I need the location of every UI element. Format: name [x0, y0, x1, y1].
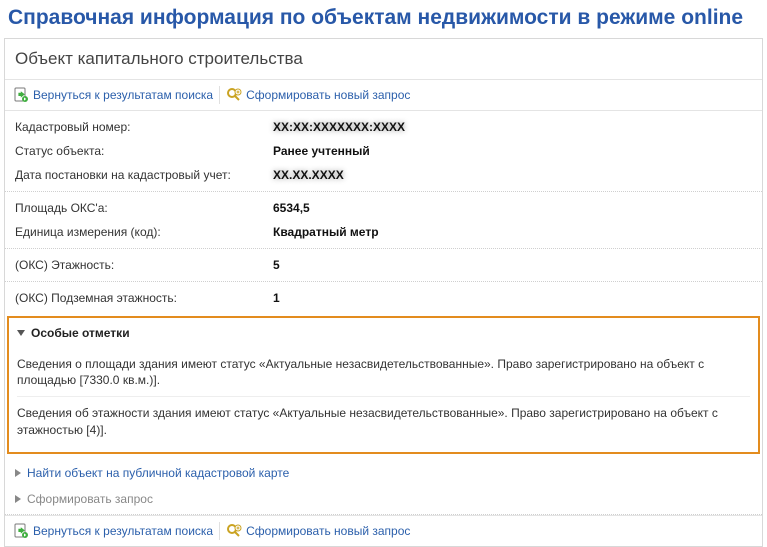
field-row: Площадь ОКС'а:6534,5	[5, 196, 762, 220]
fields-group-d: (ОКС) Подземная этажность:1	[5, 282, 762, 314]
field-row: Кадастровый номер:XX:XX:XXXXXXX:XXXX	[5, 115, 762, 139]
field-label: Единица измерения (код):	[15, 225, 273, 239]
field-value: Квадратный метр	[273, 225, 379, 239]
fields-group-c: (ОКС) Этажность:5	[5, 249, 762, 282]
fields-group-a: Кадастровый номер:XX:XX:XXXXXXX:XXXXСтат…	[5, 111, 762, 192]
find-object-row: Найти объект на публичной кадастровой ка…	[5, 460, 762, 486]
field-row: (ОКС) Подземная этажность:1	[5, 286, 762, 310]
special-notes-toggle[interactable]: Особые отметки	[17, 326, 750, 348]
toolbar-top: Вернуться к результатам поиска Сформиров…	[5, 80, 762, 111]
fields-group-b: Площадь ОКС'а:6534,5Единица измерения (к…	[5, 192, 762, 249]
sheet-back-icon	[13, 523, 29, 539]
special-notes-panel: Особые отметки Сведения о площади здания…	[7, 316, 760, 454]
main-panel: Объект капитального строительства Вернут…	[4, 38, 763, 547]
expand-icon	[15, 495, 21, 503]
field-row: Дата постановки на кадастровый учет:XX.X…	[5, 163, 762, 187]
field-value: Ранее учтенный	[273, 144, 370, 158]
toolbar-bottom: Вернуться к результатам поиска Сформиров…	[5, 515, 762, 546]
lower-links: Найти объект на публичной кадастровой ка…	[5, 458, 762, 515]
field-label: Площадь ОКС'а:	[15, 201, 273, 215]
collapse-icon	[17, 330, 25, 336]
field-label: Дата постановки на кадастровый учет:	[15, 168, 273, 182]
search-new-icon	[226, 87, 242, 103]
new-label: Сформировать новый запрос	[246, 88, 410, 102]
field-value: XX:XX:XXXXXXX:XXXX	[273, 120, 405, 134]
field-label: Статус объекта:	[15, 144, 273, 158]
back-label: Вернуться к результатам поиска	[33, 88, 213, 102]
new-label-bottom: Сформировать новый запрос	[246, 524, 410, 538]
form-request-row: Сформировать запрос	[5, 486, 762, 512]
field-label: Кадастровый номер:	[15, 120, 273, 134]
field-value: XX.XX.XXXX	[273, 168, 344, 182]
search-new-icon	[226, 523, 242, 539]
field-value: 5	[273, 258, 280, 272]
back-button-bottom[interactable]: Вернуться к результатам поиска	[13, 523, 213, 539]
new-request-button-bottom[interactable]: Сформировать новый запрос	[226, 523, 410, 539]
page-title: Справочная информация по объектам недвиж…	[0, 0, 767, 38]
special-note-area: Сведения о площади здания имеют статус «…	[17, 348, 750, 392]
back-button[interactable]: Вернуться к результатам поиска	[13, 87, 213, 103]
form-request-label: Сформировать запрос	[27, 492, 153, 506]
back-label-bottom: Вернуться к результатам поиска	[33, 524, 213, 538]
field-row: Единица измерения (код):Квадратный метр	[5, 220, 762, 244]
field-row: (ОКС) Этажность:5	[5, 253, 762, 277]
new-request-button[interactable]: Сформировать новый запрос	[226, 87, 410, 103]
toolbar-separator	[219, 86, 220, 104]
special-header-label: Особые отметки	[31, 326, 130, 340]
field-value: 6534,5	[273, 201, 310, 215]
field-label: (ОКС) Подземная этажность:	[15, 291, 273, 305]
sheet-back-icon	[13, 87, 29, 103]
field-label: (ОКС) Этажность:	[15, 258, 273, 272]
field-row: Статус объекта:Ранее учтенный	[5, 139, 762, 163]
expand-icon	[15, 469, 21, 477]
field-value: 1	[273, 291, 280, 305]
toolbar-separator	[219, 522, 220, 540]
section-title: Объект капитального строительства	[5, 39, 762, 80]
find-object-link[interactable]: Найти объект на публичной кадастровой ка…	[27, 466, 289, 480]
special-note-floors: Сведения об этажности здания имеют стату…	[17, 396, 750, 441]
